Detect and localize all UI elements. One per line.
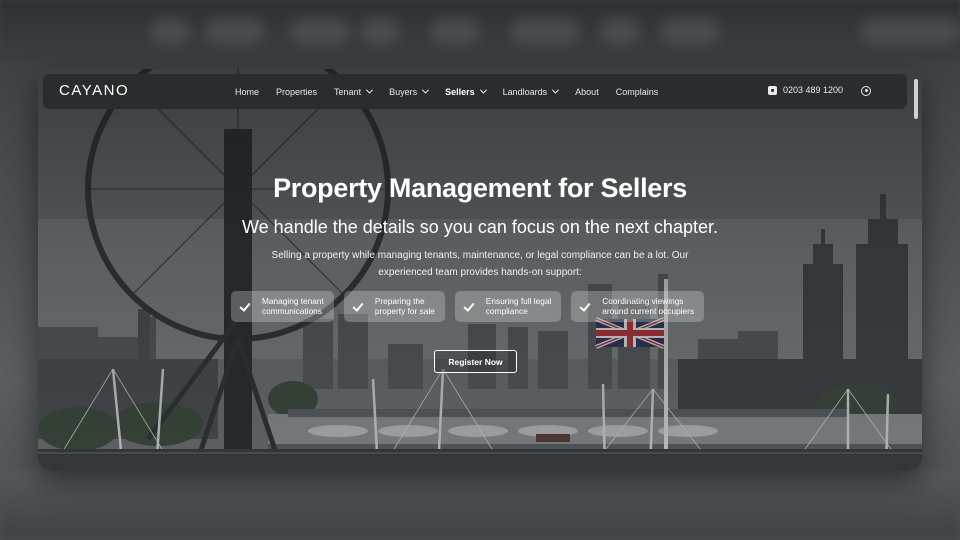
- register-now-button[interactable]: Register Now: [434, 350, 517, 373]
- nav-item-label: Buyers: [389, 86, 418, 97]
- blurred-backdrop-item: [600, 18, 640, 44]
- check-icon: [463, 301, 475, 313]
- feature-list: Managing tenant communications Preparing …: [231, 291, 705, 322]
- blurred-backdrop-item: [660, 18, 720, 44]
- blurred-backdrop-item: [430, 18, 480, 44]
- nav-item-about[interactable]: About: [575, 87, 599, 97]
- hero-subtitle: We handle the details so you can focus o…: [242, 217, 718, 237]
- nav-item-sellers[interactable]: Sellers: [445, 86, 487, 97]
- nav-item-properties[interactable]: Properties: [276, 87, 317, 97]
- top-nav-bar: CAYANO Home Properties Tenant Buyers Sel…: [43, 74, 907, 109]
- blurred-backdrop-item: [150, 18, 190, 44]
- chevron-down-icon: [366, 86, 374, 94]
- feature-item: Preparing the property for sale: [343, 291, 445, 322]
- logo[interactable]: CAYANO: [59, 82, 129, 99]
- nav-item-complains[interactable]: Complains: [616, 87, 659, 97]
- feature-text: Ensuring full legal compliance: [485, 296, 552, 316]
- nav-item-label: Tenant: [334, 86, 362, 97]
- blurred-backdrop-header: [0, 0, 960, 62]
- phone-icon: [768, 85, 777, 95]
- nav-item-label: Landloards: [502, 86, 548, 97]
- phone-link[interactable]: 0203 489 1200: [768, 85, 843, 95]
- nav-item-landloards[interactable]: Landloards: [502, 86, 560, 97]
- browser-window: CAYANO Home Properties Tenant Buyers Sel…: [38, 69, 922, 471]
- feature-item: Coordinating viewings around current occu…: [571, 291, 705, 322]
- nav-item-buyers[interactable]: Buyers: [389, 86, 430, 97]
- check-icon: [239, 301, 251, 313]
- check-icon: [352, 301, 364, 313]
- hero-description: Selling a property while managing tenant…: [271, 250, 689, 278]
- nav-item-tenant[interactable]: Tenant: [334, 86, 374, 97]
- feature-text: Managing tenant communications: [262, 296, 324, 316]
- scrollbar-thumb[interactable]: [914, 79, 918, 119]
- phone-number: 0203 489 1200: [783, 85, 844, 95]
- chevron-down-icon: [422, 86, 430, 94]
- blurred-backdrop-item: [290, 18, 350, 44]
- check-icon: [579, 301, 591, 313]
- nav-item-home[interactable]: Home: [235, 87, 259, 97]
- chevron-down-icon: [552, 86, 560, 94]
- feature-item: Managing tenant communications: [231, 291, 334, 322]
- nav-item-label: Properties: [276, 86, 318, 97]
- nav-item-label: Home: [235, 86, 260, 97]
- user-icon[interactable]: [861, 86, 871, 96]
- feature-text: Coordinating viewings around current occu…: [602, 296, 695, 316]
- blurred-backdrop-footer: [0, 470, 960, 540]
- hero-title: Property Management for Sellers: [273, 173, 687, 203]
- feature-item: Ensuring full legal compliance: [454, 291, 562, 322]
- blurred-backdrop-item: [860, 18, 960, 44]
- nav-item-label: About: [575, 86, 599, 97]
- nav-item-label: Sellers: [445, 86, 475, 97]
- main-menu: Home Properties Tenant Buyers Sellers La…: [235, 74, 675, 109]
- blurred-backdrop-item: [360, 18, 400, 44]
- chevron-down-icon: [479, 86, 487, 94]
- nav-item-label: Complains: [615, 86, 659, 97]
- blurred-backdrop-item: [205, 18, 265, 44]
- feature-text: Preparing the property for sale: [374, 296, 435, 316]
- blurred-backdrop-item: [510, 18, 580, 44]
